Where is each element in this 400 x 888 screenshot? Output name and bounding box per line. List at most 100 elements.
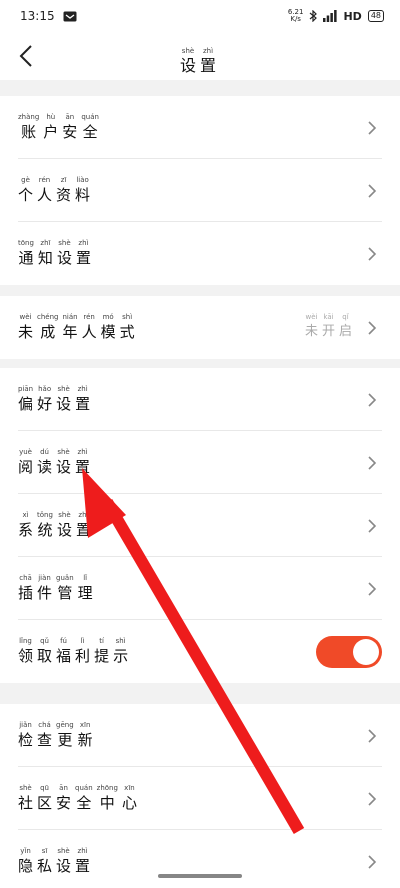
- pinyin: zhì: [77, 385, 88, 393]
- hanzi: 管: [57, 584, 73, 602]
- chevron-right-icon: [368, 392, 377, 407]
- pinyin: quán: [81, 113, 99, 121]
- ruby-char: gēng 更: [56, 721, 74, 750]
- pinyin: rén: [38, 176, 51, 184]
- hanzi: 未: [18, 323, 34, 341]
- settings-row[interactable]: wèi 未 chéng 成 nián 年 rén 人 mó 模 shì 式 wèi 未 kāi 开 qǐ 启: [0, 296, 400, 359]
- pinyin: rén: [83, 313, 95, 321]
- ruby-char: zhì 置: [76, 239, 91, 268]
- ruby-char: quán 全: [75, 784, 93, 813]
- settings-row[interactable]: zhàng 账 hù 户 ān 安 quán 全: [0, 96, 400, 159]
- pinyin: lǐng: [19, 637, 32, 645]
- ruby-char: shì 示: [113, 637, 128, 666]
- home-indicator[interactable]: [158, 874, 242, 878]
- settings-row[interactable]: yǐn 隐 sī 私 shè 设 zhì 置: [0, 830, 400, 888]
- row-label: tōng 通 zhī 知 shè 设 zhì 置: [18, 239, 95, 268]
- ruby-char: sī 私: [37, 847, 52, 876]
- hanzi: 设: [179, 56, 196, 75]
- ruby-char: qǔ 取: [37, 637, 52, 666]
- row-label: shè 社 qū 区 ān 安 quán 全 zhōng 中 xīn 心: [18, 784, 141, 813]
- ruby-char: zī 资: [56, 176, 71, 205]
- settings-row[interactable]: chā 插 jiàn 件 guǎn 管 lǐ 理: [0, 557, 400, 620]
- ruby-char: ān 安: [56, 784, 71, 813]
- pinyin: zhī: [40, 239, 51, 247]
- pinyin: lì: [80, 637, 85, 645]
- settings-row[interactable]: piān 偏 hǎo 好 shè 设 zhì 置: [0, 368, 400, 431]
- ruby-char: wèi 未: [18, 313, 33, 342]
- hanzi: 置: [75, 458, 91, 476]
- hanzi: 查: [37, 731, 53, 749]
- pinyin: shè: [58, 239, 71, 247]
- settings-row[interactable]: lǐng 领 qǔ 取 fú 福 lì 利 tí 提 shì 示: [0, 620, 400, 683]
- pinyin: chá: [38, 721, 51, 729]
- ruby-char: quán 全: [81, 113, 99, 142]
- settings-row[interactable]: xì 系 tǒng 统 shè 设 zhì 置: [0, 494, 400, 557]
- row-label: jiǎn 检 chá 查 gēng 更 xīn 新: [18, 721, 97, 750]
- ruby-char: shè 设: [57, 239, 72, 268]
- chevron-right-icon: [368, 518, 377, 533]
- ruby-char: kāi 开: [322, 313, 335, 342]
- pinyin: ān: [65, 113, 75, 121]
- ruby-char: qū 区: [37, 784, 52, 813]
- row-label: lǐng 领 qǔ 取 fú 福 lì 利 tí 提 shì 示: [18, 637, 132, 666]
- ruby-char: shè 设: [56, 385, 71, 414]
- pinyin: quán: [75, 784, 93, 792]
- pinyin: shè: [57, 847, 70, 855]
- pinyin: yǐn: [20, 847, 31, 855]
- hanzi: 安: [62, 123, 78, 141]
- hanzi: 设: [56, 458, 72, 476]
- ruby-char: ān 安: [62, 113, 77, 142]
- hanzi: 件: [37, 584, 53, 602]
- pinyin: sī: [41, 847, 48, 855]
- hanzi: 心: [121, 794, 137, 812]
- ruby-char: rén 人: [37, 176, 52, 205]
- row-label: gè 个 rén 人 zī 资 liào 料: [18, 176, 94, 205]
- chevron-right-icon: [368, 120, 377, 135]
- ruby-char: zhì 置: [75, 385, 90, 414]
- pinyin: shì: [115, 637, 126, 645]
- ruby-char: tǒng 统: [37, 511, 53, 540]
- ruby-char: chá 查: [37, 721, 52, 750]
- hanzi: 社: [18, 794, 34, 812]
- welfare-toggle[interactable]: [316, 635, 382, 668]
- row-label: wèi 未 chéng 成 nián 年 rén 人 mó 模 shì 式: [18, 313, 139, 342]
- hanzi: 理: [77, 584, 93, 602]
- pinyin: hǎo: [38, 385, 52, 393]
- hanzi: 设: [56, 395, 72, 413]
- settings-row[interactable]: gè 个 rén 人 zī 资 liào 料: [0, 159, 400, 222]
- ruby-char: wèi 未: [305, 313, 318, 342]
- pinyin: chā: [19, 574, 32, 582]
- hanzi: 年: [62, 323, 78, 341]
- signal-icon: [323, 10, 338, 22]
- ruby-char: shì 式: [120, 313, 135, 342]
- hanzi: 料: [75, 186, 91, 204]
- hanzi: 式: [119, 323, 135, 341]
- ruby-char: shè 社: [18, 784, 33, 813]
- hanzi: 插: [18, 584, 34, 602]
- ruby-char: hǎo 好: [37, 385, 52, 414]
- hanzi: 系: [18, 521, 34, 539]
- pinyin: xīn: [124, 784, 135, 792]
- row-value: wèi 未 kāi 开 qǐ 启: [305, 313, 356, 342]
- ruby-char: zhì 置: [76, 511, 91, 540]
- pinyin: lǐ: [83, 574, 88, 582]
- settings-row[interactable]: tōng 通 zhī 知 shè 设 zhì 置: [0, 222, 400, 285]
- hanzi: 账: [21, 123, 37, 141]
- pinyin: fú: [60, 637, 67, 645]
- hanzi: 设: [56, 857, 72, 875]
- ruby-char: dú 读: [37, 448, 52, 477]
- hanzi: 置: [200, 56, 217, 75]
- settings-group: zhàng 账 hù 户 ān 安 quán 全 gè 个 rén 人 zī 资 liào 料 tōng 通 zhī…: [0, 96, 400, 285]
- settings-row[interactable]: yuè 阅 dú 读 shè 设 zhì 置: [0, 431, 400, 494]
- settings-row[interactable]: shè 社 qū 区 ān 安 quán 全 zhōng 中 xīn 心: [0, 767, 400, 830]
- ruby-char: qǐ 启: [339, 313, 352, 342]
- hanzi: 偏: [18, 395, 34, 413]
- pinyin: zhōng: [96, 784, 118, 792]
- settings-row[interactable]: jiǎn 检 chá 查 gēng 更 xīn 新: [0, 704, 400, 767]
- bluetooth-icon: [310, 10, 318, 22]
- battery-level: 48: [370, 11, 381, 20]
- chevron-right-icon: [368, 183, 377, 198]
- hanzi: 个: [18, 186, 34, 204]
- pinyin: jiǎn: [19, 721, 32, 729]
- hanzi: 未: [304, 323, 318, 339]
